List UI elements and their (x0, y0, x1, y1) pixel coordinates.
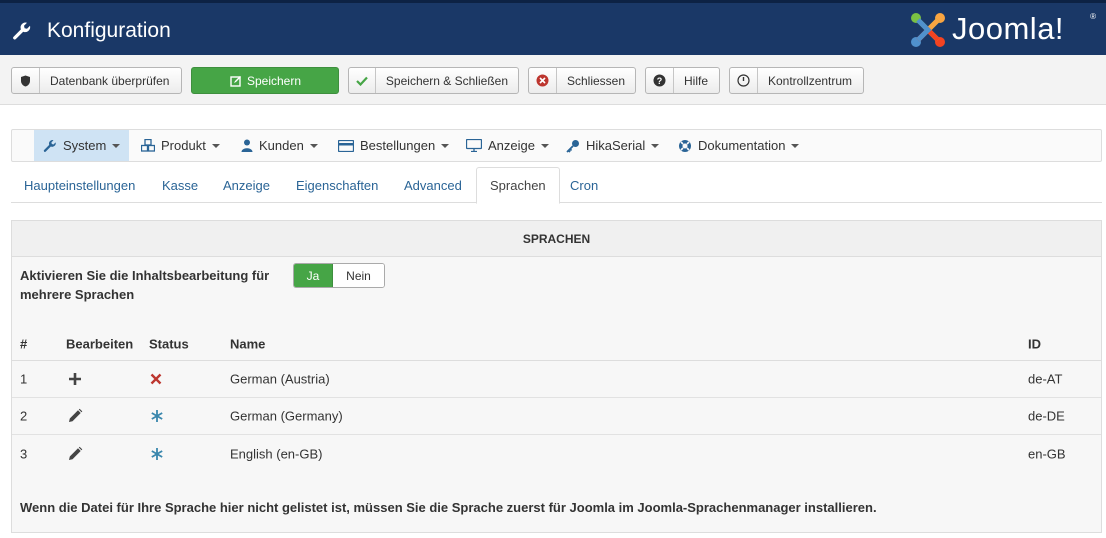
app-header: Konfiguration Joomla! ® (0, 0, 1106, 55)
tab-sprachen[interactable]: Sprachen (476, 167, 560, 204)
wrench-icon (13, 22, 31, 40)
column-header-id: ID (1028, 336, 1041, 351)
close-button[interactable]: Schliessen (528, 67, 636, 94)
chevron-down-icon (540, 143, 549, 148)
chevron-down-icon (791, 143, 800, 148)
close-label: Schliessen (566, 73, 625, 88)
menu-item-bestellungen[interactable]: Bestellungen (329, 130, 458, 161)
asterisk-icon[interactable] (150, 447, 164, 461)
menu-item-dokumentation[interactable]: Dokumentation (669, 130, 808, 161)
multilanguage-toggle: Ja Nein (293, 263, 385, 288)
row-number: 2 (20, 408, 28, 424)
pencil-icon[interactable] (67, 446, 83, 462)
tab-haupteinstellungen[interactable]: Haupteinstellungen (11, 167, 148, 203)
toggle-yes-button[interactable]: Ja (294, 264, 333, 287)
control-center-label: Kontrollzentrum (768, 73, 853, 88)
row-name: German (Austria) (230, 371, 330, 387)
column-header-name: Name (230, 336, 266, 351)
save-button[interactable]: Speichern (191, 67, 339, 94)
cubes-icon (141, 139, 155, 152)
row-id: de-AT (1028, 371, 1063, 387)
menu-item-kunden[interactable]: Kunden (232, 130, 327, 161)
close-circle-icon (529, 68, 557, 93)
panel-title: SPRACHEN (12, 221, 1101, 257)
menu-item-anzeige-label: Anzeige (488, 138, 535, 153)
joomla-logo[interactable]: Joomla! ® (908, 10, 1098, 50)
joomla-logo-icon (911, 13, 945, 47)
config-tabs: Haupteinstellungen Kasse Anzeige Eigensc… (11, 167, 1102, 204)
menu-item-hikaserial-label: HikaSerial (586, 138, 646, 153)
plus-icon[interactable] (68, 372, 82, 386)
row-number: 3 (20, 446, 28, 461)
main-menu: System Produkt Kunden Bestellungen Anzei… (11, 129, 1102, 162)
tab-anzeige[interactable]: Anzeige (210, 167, 283, 203)
check-icon (349, 68, 376, 93)
chevron-down-icon (441, 143, 450, 148)
cross-icon[interactable] (150, 373, 162, 385)
row-name: English (en-GB) (230, 446, 323, 461)
registered-mark: ® (1090, 12, 1096, 21)
save-close-label: Speichern & Schließen (385, 73, 508, 88)
user-icon (241, 139, 253, 152)
install-language-note: Wenn die Datei für Ihre Sprache hier nic… (20, 500, 877, 515)
power-icon (730, 68, 758, 93)
check-database-label: Datenbank überprüfen (50, 73, 170, 88)
tab-cron[interactable]: Cron (557, 167, 611, 203)
help-label: Hilfe (684, 73, 709, 88)
edit-icon (229, 68, 243, 93)
chevron-down-icon (112, 143, 121, 148)
tab-eigenschaften[interactable]: Eigenschaften (283, 167, 391, 203)
chevron-down-icon (309, 143, 318, 148)
tab-advanced[interactable]: Advanced (391, 167, 475, 203)
column-header-edit: Bearbeiten (66, 336, 134, 351)
column-header-status: Status (149, 336, 189, 351)
menu-item-dokumentation-label: Dokumentation (698, 138, 786, 153)
save-close-button[interactable]: Speichern & Schließen (348, 67, 519, 94)
menu-item-kunden-label: Kunden (259, 138, 304, 153)
chevron-down-icon (211, 143, 220, 148)
menu-item-system-label: System (63, 138, 107, 153)
toolbar: Datenbank überprüfen Speichern Speichern… (0, 55, 1106, 105)
table-row: 2 German (Germany) de-DE (12, 398, 1101, 435)
row-name: German (Germany) (230, 408, 343, 424)
table-row: 1 German (Austria) de-AT (12, 361, 1101, 398)
shield-icon (12, 68, 40, 93)
control-center-button[interactable]: Kontrollzentrum (729, 67, 864, 94)
credit-card-icon (338, 139, 354, 152)
menu-item-hikaserial[interactable]: HikaSerial (557, 130, 668, 161)
toggle-no-button[interactable]: Nein (333, 264, 384, 287)
check-database-button[interactable]: Datenbank überprüfen (11, 67, 182, 94)
asterisk-icon[interactable] (150, 409, 164, 423)
page-title: Konfiguration (47, 19, 171, 42)
row-number: 1 (20, 371, 28, 387)
tab-kasse[interactable]: Kasse (149, 167, 211, 203)
multilanguage-option-label: Aktivieren Sie die Inhaltsbearbeitung fü… (20, 268, 270, 302)
help-button[interactable]: ? Hilfe (645, 67, 720, 94)
svg-text:?: ? (657, 76, 663, 86)
chevron-down-icon (651, 143, 660, 148)
key-icon (566, 139, 580, 153)
table-header: # Bearbeiten Status Name ID (12, 327, 1101, 361)
wrench-icon (43, 139, 57, 153)
menu-item-bestellungen-label: Bestellungen (360, 138, 436, 153)
monitor-icon (466, 139, 482, 152)
table-row: 3 English (en-GB) en-GB (12, 435, 1101, 472)
pencil-icon[interactable] (67, 408, 83, 424)
menu-item-produkt[interactable]: Produkt (132, 130, 229, 161)
row-id: de-DE (1028, 408, 1065, 424)
menu-item-anzeige[interactable]: Anzeige (457, 130, 558, 161)
menu-item-produkt-label: Produkt (161, 138, 206, 153)
joomla-logo-text: Joomla! (952, 11, 1065, 46)
menu-item-system[interactable]: System (34, 130, 130, 161)
row-id: en-GB (1028, 446, 1066, 461)
lifebuoy-icon (678, 139, 692, 153)
save-label: Speichern (246, 73, 302, 88)
column-header-num: # (20, 336, 28, 351)
languages-panel: SPRACHEN Aktivieren Sie die Inhaltsbearb… (11, 220, 1102, 533)
help-icon: ? (646, 68, 674, 93)
